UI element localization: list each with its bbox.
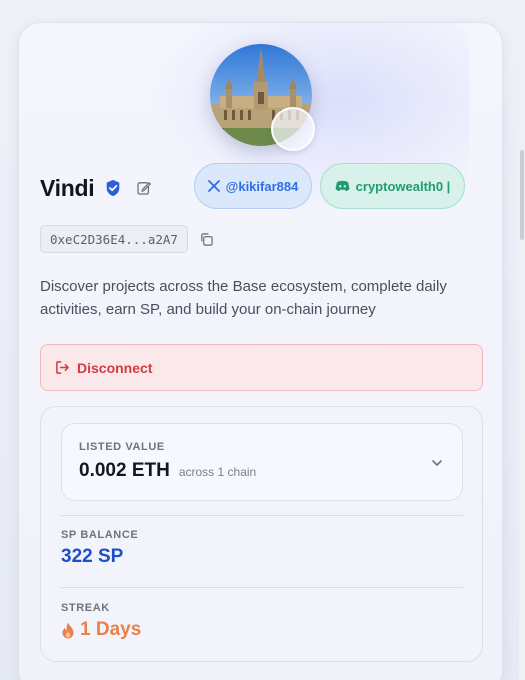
flame-icon	[62, 622, 74, 638]
chevron-down-icon[interactable]	[430, 456, 444, 470]
listed-value: 0.002 ETH	[79, 460, 170, 481]
profile-description: Discover projects across the Base ecosys…	[40, 278, 447, 318]
listed-value-dropdown[interactable]: LISTED VALUE 0.002 ETH across 1 chain	[61, 423, 463, 501]
edit-icon[interactable]	[136, 180, 152, 196]
x-handle-label: @kikifar884	[225, 178, 299, 194]
listed-value-chains: across 1 chain	[178, 465, 257, 479]
discord-handle-label: cryptowealth0 |	[355, 178, 451, 194]
profile-card: Vindi @kikifar884 cryptowealth0 | 0xeC2D…	[18, 22, 503, 680]
stats-divider	[61, 587, 463, 588]
avatar-edit-badge[interactable]	[271, 107, 315, 151]
sp-balance-label: SP BALANCE	[61, 529, 139, 541]
streak-value: 1 Days	[80, 619, 142, 640]
stats-panel: LISTED VALUE 0.002 ETH across 1 chain SP…	[40, 406, 483, 662]
listed-value-label: LISTED VALUE	[79, 441, 165, 453]
streak-label: STREAK	[61, 602, 110, 614]
disconnect-button[interactable]: Disconnect	[40, 344, 483, 391]
scrollbar-thumb[interactable]	[520, 150, 524, 240]
profile-name: Vindi	[40, 174, 95, 201]
listed-value-row: 0.002 ETH across 1 chain	[79, 460, 256, 482]
wallet-address: 0xeC2D36E4...a2A7	[40, 225, 188, 253]
stats-divider	[61, 515, 463, 516]
scrollbar[interactable]	[519, 0, 525, 680]
wallet-address-row: 0xeC2D36E4...a2A7	[40, 225, 214, 253]
disconnect-label: Disconnect	[77, 359, 153, 376]
logout-icon	[56, 361, 69, 374]
discord-handle-pill[interactable]: cryptowealth0 |	[320, 163, 465, 209]
x-handle-pill[interactable]: @kikifar884	[194, 163, 312, 209]
verified-badge-icon	[107, 179, 120, 197]
discord-icon	[335, 180, 350, 191]
sp-balance-value: 322 SP	[61, 546, 124, 567]
streak-row: 1 Days	[61, 619, 141, 641]
page: Vindi @kikifar884 cryptowealth0 | 0xeC2D…	[0, 0, 525, 680]
name-row: Vindi	[40, 171, 152, 205]
copy-icon[interactable]	[199, 232, 214, 247]
x-logo-icon	[207, 180, 220, 192]
